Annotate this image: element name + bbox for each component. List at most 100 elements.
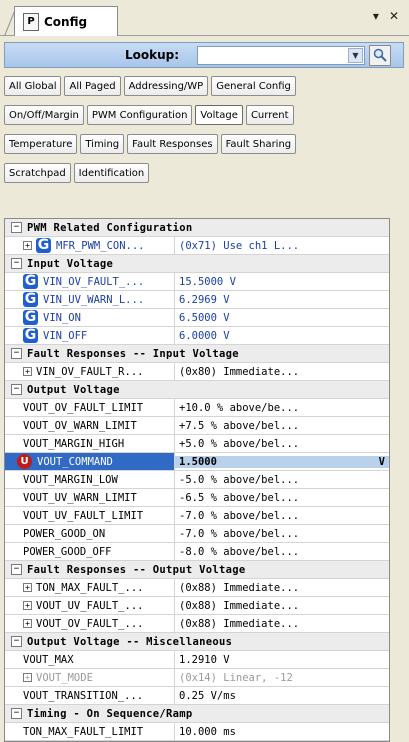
register-value[interactable]: 10.000 ms <box>175 726 389 738</box>
category-current[interactable]: Current <box>245 105 294 125</box>
expand-icon[interactable]: + <box>23 619 32 628</box>
table-row[interactable]: TON_MAX_FAULT_LIMIT 10.000 ms <box>5 723 389 741</box>
category-temperature[interactable]: Temperature <box>4 134 78 154</box>
category-row-4: Scratchpad Identification <box>4 163 150 183</box>
section-input-voltage[interactable]: − Input Voltage <box>5 255 389 273</box>
table-row[interactable]: + VOUT_MODE (0x14) Linear, -12 <box>5 669 389 687</box>
G-icon: G <box>23 291 38 307</box>
register-value[interactable]: 6.0000 V <box>175 330 389 342</box>
lookup-search-button[interactable] <box>369 44 391 66</box>
register-value[interactable]: -7.0 % above/bel... <box>175 528 389 540</box>
expand-icon[interactable]: + <box>23 367 32 376</box>
register-value[interactable]: 1.2910 V <box>175 654 389 666</box>
category-scratchpad[interactable]: Scratchpad <box>4 163 71 183</box>
category-addressing-wp[interactable]: Addressing/WP <box>123 76 209 96</box>
table-row[interactable]: + VIN_OV_FAULT_R... (0x80) Immediate... <box>5 363 389 381</box>
collapse-icon[interactable]: − <box>11 708 22 719</box>
expand-icon[interactable]: + <box>23 241 32 250</box>
register-value[interactable]: 0.25 V/ms <box>175 690 389 702</box>
expand-icon[interactable]: + <box>23 601 32 610</box>
unit-dropdown[interactable]: V <box>379 456 385 468</box>
register-value[interactable]: -6.5 % above/bel... <box>175 492 389 504</box>
register-value[interactable]: (0x88) Immediate... <box>175 600 389 612</box>
category-all-paged[interactable]: All Paged <box>64 76 121 96</box>
lookup-input[interactable]: ▼ <box>197 45 365 65</box>
register-value: (0x14) Linear, -12 <box>179 671 293 684</box>
table-row[interactable]: G VIN_UV_WARN_L... 6.2969 V <box>5 291 389 309</box>
register-name: VOUT_OV_FAULT_... <box>36 617 144 630</box>
register-name: VOUT_UV_WARN_LIMIT <box>23 491 137 504</box>
table-row[interactable]: + G MFR_PWM_CON... (0x71) Use ch1 L... <box>5 237 389 255</box>
register-value[interactable]: +7.5 % above/bel... <box>175 420 389 432</box>
register-value[interactable]: 6.2969 V <box>175 294 389 306</box>
pin-dropdown-icon[interactable]: ▾ <box>373 9 379 23</box>
table-row[interactable]: VOUT_UV_FAULT_LIMIT -7.0 % above/bel... <box>5 507 389 525</box>
collapse-icon[interactable]: − <box>11 222 22 233</box>
table-row[interactable]: VOUT_OV_WARN_LIMIT +7.5 % above/bel... <box>5 417 389 435</box>
register-value[interactable]: +10.0 % above/be... <box>175 402 389 414</box>
register-name: VOUT_MAX <box>23 653 74 666</box>
register-value[interactable]: -5.0 % above/bel... <box>175 474 389 486</box>
table-row[interactable]: POWER_GOOD_OFF -8.0 % above/bel... <box>5 543 389 561</box>
collapse-icon[interactable]: − <box>11 564 22 575</box>
collapse-icon[interactable]: − <box>11 636 22 647</box>
register-value[interactable]: 15.5000 V <box>175 276 389 288</box>
collapse-icon[interactable]: − <box>11 258 22 269</box>
table-row[interactable]: VOUT_TRANSITION_... 0.25 V/ms <box>5 687 389 705</box>
section-pwm-related[interactable]: − PWM Related Configuration <box>5 219 389 237</box>
table-row[interactable]: VOUT_OV_FAULT_LIMIT +10.0 % above/be... <box>5 399 389 417</box>
G-icon: G <box>36 237 51 253</box>
category-fault-sharing[interactable]: Fault Sharing <box>220 134 297 154</box>
register-value[interactable]: -8.0 % above/bel... <box>175 546 389 558</box>
register-value-text: 1.5000 <box>179 455 217 468</box>
collapse-icon[interactable]: − <box>11 348 22 359</box>
table-row[interactable]: VOUT_MARGIN_LOW -5.0 % above/bel... <box>5 471 389 489</box>
expand-icon[interactable]: + <box>23 583 32 592</box>
table-row[interactable]: G VIN_ON 6.5000 V <box>5 309 389 327</box>
register-value[interactable]: 1.5000 V <box>175 455 389 468</box>
G-icon: G <box>23 273 38 289</box>
category-voltage[interactable]: Voltage <box>195 105 243 125</box>
table-row[interactable]: POWER_GOOD_ON -7.0 % above/bel... <box>5 525 389 543</box>
category-fault-responses[interactable]: Fault Responses <box>127 134 218 154</box>
register-name: VOUT_COMMAND <box>37 455 113 468</box>
register-value[interactable]: (0x88) Immediate... <box>175 582 389 594</box>
section-timing-on-sequence[interactable]: − Timing - On Sequence/Ramp <box>5 705 389 723</box>
table-row[interactable]: G VIN_OV_FAULT_... 15.5000 V <box>5 273 389 291</box>
expand-icon[interactable]: + <box>23 673 32 682</box>
search-icon <box>373 48 387 62</box>
category-all-global[interactable]: All Global <box>4 76 62 96</box>
close-icon[interactable]: ✕ <box>389 9 399 23</box>
table-row[interactable]: + VOUT_OV_FAULT_... (0x88) Immediate... <box>5 615 389 633</box>
register-name: VOUT_UV_FAULT_... <box>36 599 144 612</box>
register-value[interactable]: (0x88) Immediate... <box>175 618 389 630</box>
category-on-off-margin[interactable]: On/Off/Margin <box>4 105 84 125</box>
section-output-voltage-misc[interactable]: − Output Voltage -- Miscellaneous <box>5 633 389 651</box>
register-value[interactable]: -7.0 % above/bel... <box>175 510 389 522</box>
category-timing[interactable]: Timing <box>80 134 125 154</box>
register-value[interactable]: +5.0 % above/bel... <box>175 438 389 450</box>
table-row[interactable]: VOUT_UV_WARN_LIMIT -6.5 % above/bel... <box>5 489 389 507</box>
section-fault-responses-input[interactable]: − Fault Responses -- Input Voltage <box>5 345 389 363</box>
collapse-icon[interactable]: − <box>11 384 22 395</box>
category-row-3: Temperature Timing Fault Responses Fault… <box>4 134 297 154</box>
table-row[interactable]: G VIN_OFF 6.0000 V <box>5 327 389 345</box>
table-row-selected[interactable]: U VOUT_COMMAND 1.5000 V <box>5 453 389 471</box>
category-general-config[interactable]: General Config <box>211 76 296 96</box>
G-icon: G <box>23 327 38 343</box>
category-pwm-configuration[interactable]: PWM Configuration <box>86 105 193 125</box>
section-output-voltage[interactable]: − Output Voltage <box>5 381 389 399</box>
register-value[interactable]: (0x71) Use ch1 L... <box>175 240 389 252</box>
table-row[interactable]: + TON_MAX_FAULT_... (0x88) Immediate... <box>5 579 389 597</box>
table-row[interactable]: + VOUT_UV_FAULT_... (0x88) Immediate... <box>5 597 389 615</box>
G-icon: G <box>23 309 38 325</box>
tab-config[interactable]: P Config <box>14 6 118 36</box>
table-row[interactable]: VOUT_MARGIN_HIGH +5.0 % above/bel... <box>5 435 389 453</box>
register-value[interactable]: 6.5000 V <box>175 312 389 324</box>
chevron-down-icon[interactable]: ▼ <box>348 47 363 63</box>
register-name: VOUT_TRANSITION_... <box>23 689 144 702</box>
section-fault-responses-output[interactable]: − Fault Responses -- Output Voltage <box>5 561 389 579</box>
table-row[interactable]: VOUT_MAX 1.2910 V <box>5 651 389 669</box>
register-value[interactable]: (0x80) Immediate... <box>175 366 389 378</box>
category-identification[interactable]: Identification <box>73 163 150 183</box>
